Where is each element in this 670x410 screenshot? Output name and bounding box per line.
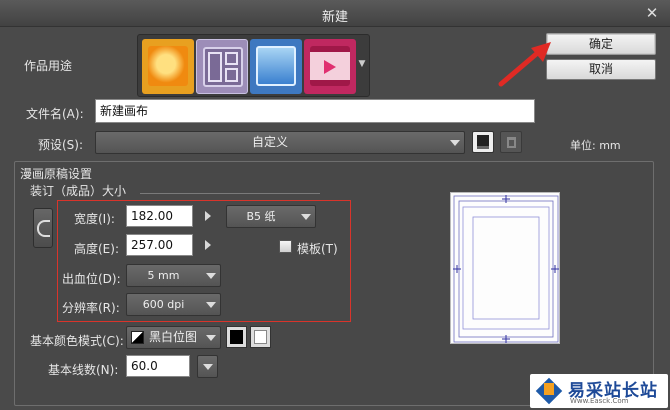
color-mode-dropdown[interactable]: 黑白位图 [126, 326, 221, 349]
preset-dropdown[interactable]: 自定义 [95, 131, 465, 154]
white-swatch [254, 330, 267, 344]
preset-label: 预设(S): [38, 138, 84, 152]
chevron-down-icon [203, 363, 213, 370]
black-swatch-button[interactable] [226, 326, 247, 348]
save-preset-button[interactable] [472, 131, 494, 153]
floppy-icon [477, 135, 489, 149]
pictures-icon [256, 46, 296, 86]
delete-preset-button[interactable] [500, 131, 522, 153]
preview-drawing [453, 195, 559, 343]
animation-usage-button[interactable] [304, 39, 356, 94]
chevron-down-icon [206, 334, 216, 341]
title-bar: 新建 ✕ [0, 0, 670, 27]
white-swatch-button[interactable] [250, 326, 271, 348]
watermark-logo: 易采站长站 Www.Easck.Com [530, 374, 668, 408]
swap-orientation-button[interactable] [33, 208, 53, 248]
rotate-icon [37, 220, 50, 237]
usage-selector: ▼ [137, 34, 370, 97]
lpi-dropdown[interactable] [197, 355, 218, 378]
canvas-preview [450, 192, 560, 344]
monochrome-icon [131, 331, 144, 344]
black-swatch [230, 330, 243, 344]
filename-label: 文件名(A): [26, 107, 84, 121]
highlight-annotation [57, 200, 351, 322]
flower-icon [148, 46, 188, 86]
chevron-down-icon[interactable]: ▼ [357, 57, 367, 71]
filename-input[interactable]: 新建画布 [95, 99, 535, 123]
group-title: 装订（成品）大小 [30, 184, 127, 198]
cancel-button[interactable]: 取消 [546, 59, 656, 80]
unit-label: 单位: mm [570, 139, 621, 152]
color-mode-value: 黑白位图 [149, 330, 198, 344]
trash-icon [507, 137, 516, 148]
watermark-sub: Www.Easck.Com [570, 397, 629, 405]
red-arrow-annotation [498, 42, 551, 87]
usage-label: 作品用途 [24, 59, 73, 73]
group-divider [140, 193, 320, 194]
lpi-input[interactable]: 60.0 [126, 355, 190, 377]
window-title: 新建 [321, 10, 348, 25]
comic-panels-icon [203, 47, 243, 87]
chevron-down-icon [450, 139, 460, 146]
film-play-icon [310, 46, 350, 86]
section-title: 漫画原稿设置 [20, 167, 93, 181]
comic-usage-button[interactable] [196, 39, 248, 94]
ok-button[interactable]: 确定 [546, 33, 656, 55]
color-mode-label: 基本颜色模式(C): [30, 334, 124, 348]
illustration-usage-button[interactable] [142, 39, 194, 94]
close-icon[interactable]: ✕ [644, 5, 660, 21]
preset-value: 自定义 [251, 135, 288, 149]
webtoon-usage-button[interactable] [250, 39, 302, 94]
logo-mark [544, 383, 554, 395]
lpi-label: 基本线数(N): [48, 363, 119, 377]
